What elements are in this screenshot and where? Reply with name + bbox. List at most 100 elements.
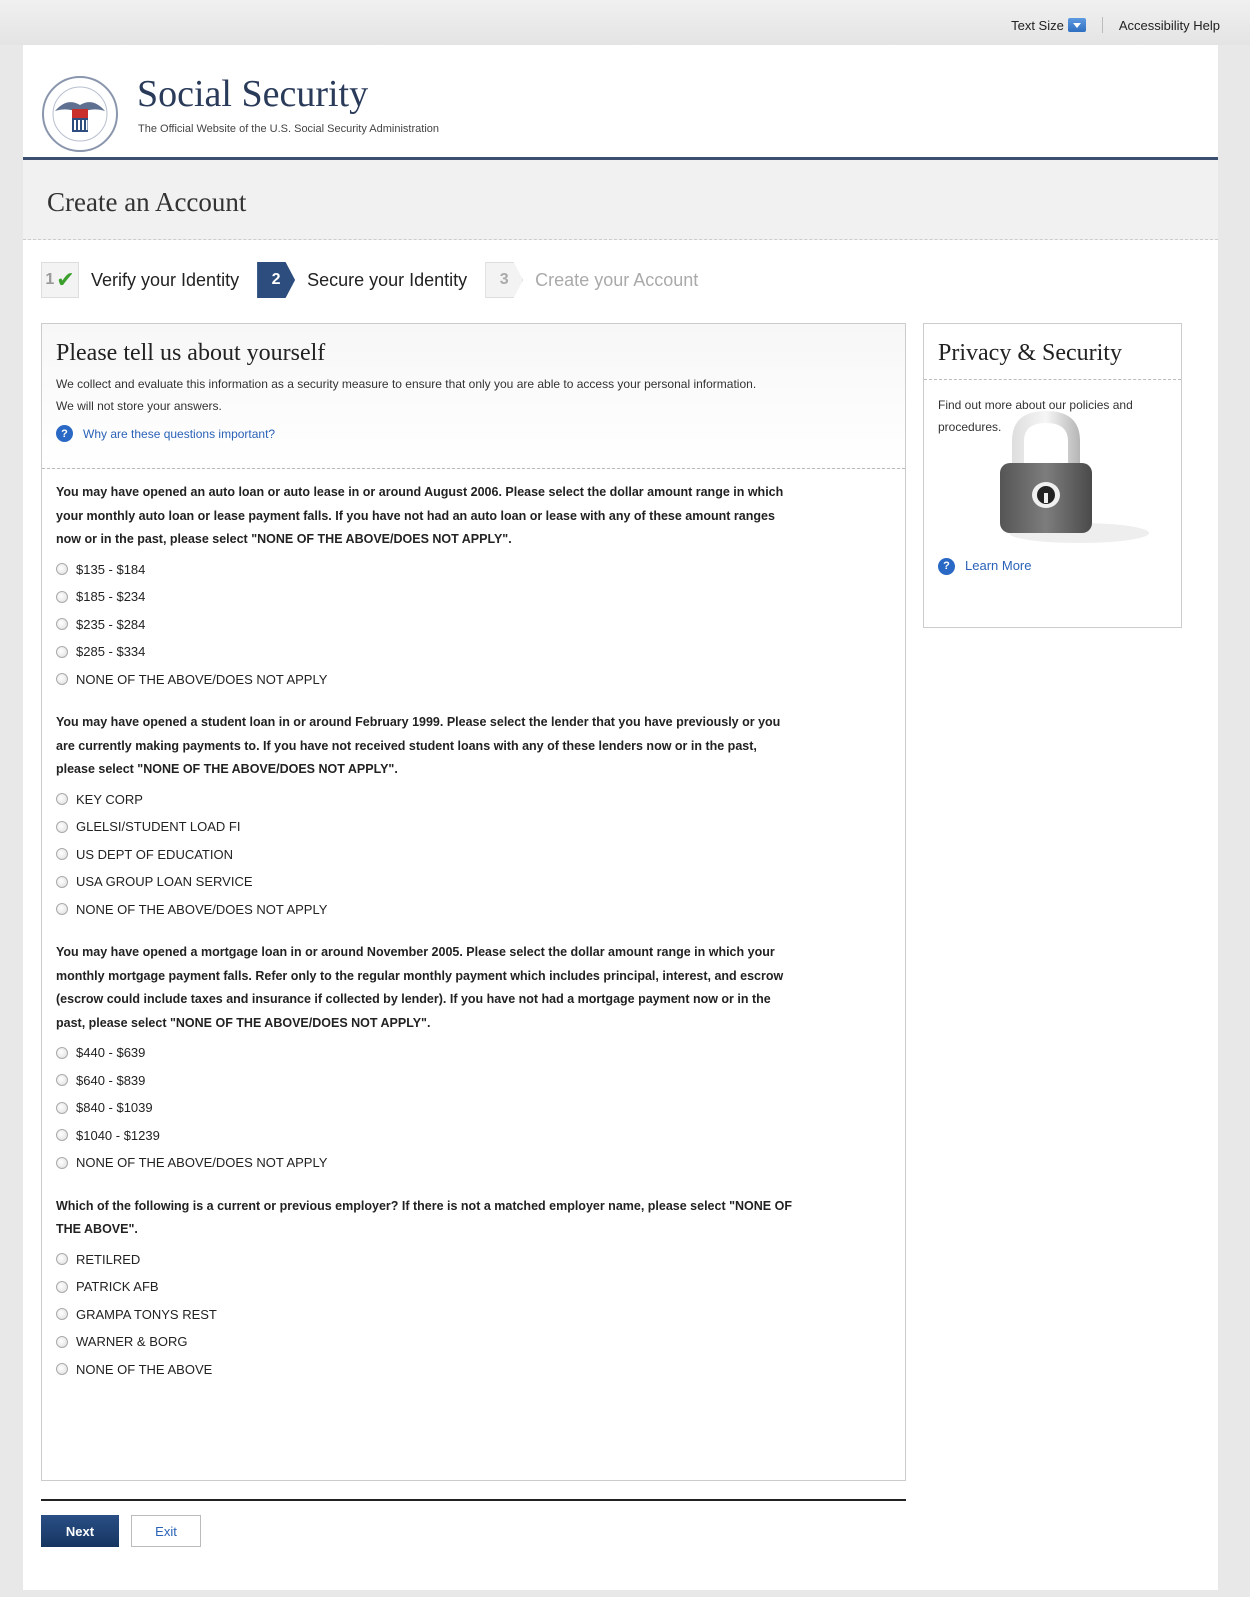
answer-option[interactable]: $285 - $334 bbox=[56, 638, 891, 666]
answer-option[interactable]: USA GROUP LOAN SERVICE bbox=[56, 868, 891, 896]
option-label: $235 - $284 bbox=[76, 616, 146, 632]
radio-button[interactable] bbox=[56, 820, 68, 833]
exit-button[interactable]: Exit bbox=[131, 1515, 201, 1547]
answer-option[interactable]: $185 - $234 bbox=[56, 583, 891, 611]
radio-button[interactable] bbox=[56, 1046, 68, 1059]
option-label: $440 - $639 bbox=[76, 1045, 146, 1061]
privacy-security-panel: Privacy & Security Find out more about o… bbox=[923, 323, 1182, 628]
panel-heading: Please tell us about yourself bbox=[56, 340, 326, 366]
question-text: You may have opened a mortgage loan in o… bbox=[56, 945, 784, 1030]
questions-panel: Please tell us about yourself We collect… bbox=[41, 323, 906, 1481]
utility-links: Text Size Accessibility Help bbox=[1011, 17, 1220, 33]
radio-button[interactable] bbox=[56, 563, 68, 576]
question-mortgage-loan: You may have opened a mortgage loan in o… bbox=[56, 941, 891, 1177]
answer-option[interactable]: GRAMPA TONYS REST bbox=[56, 1301, 891, 1329]
radio-button[interactable] bbox=[56, 1129, 68, 1142]
radio-button[interactable] bbox=[56, 1156, 68, 1169]
answer-option[interactable]: $235 - $284 bbox=[56, 611, 891, 639]
next-button[interactable]: Next bbox=[41, 1515, 119, 1547]
radio-button[interactable] bbox=[56, 1280, 68, 1293]
page: Social Security The Official Website of … bbox=[23, 45, 1218, 1590]
page-title: Create an Account bbox=[47, 187, 247, 217]
radio-button[interactable] bbox=[56, 645, 68, 658]
option-label: $185 - $234 bbox=[76, 589, 146, 605]
answer-option[interactable]: $1040 - $1239 bbox=[56, 1122, 891, 1150]
option-label: $285 - $334 bbox=[76, 644, 146, 660]
radio-button[interactable] bbox=[56, 618, 68, 631]
step-3-indicator: 3 bbox=[485, 262, 524, 298]
answer-option[interactable]: $640 - $839 bbox=[56, 1067, 891, 1095]
ssa-seal-logo bbox=[42, 76, 118, 152]
side-body: Find out more about our policies and pro… bbox=[924, 380, 1181, 620]
checkmark-icon: ✔ bbox=[56, 267, 75, 292]
step-number: 2 bbox=[271, 271, 281, 288]
radio-button[interactable] bbox=[56, 1308, 68, 1321]
option-label: NONE OF THE ABOVE/DOES NOT APPLY bbox=[76, 1155, 328, 1171]
option-label: RETILRED bbox=[76, 1251, 141, 1267]
radio-button[interactable] bbox=[56, 793, 68, 806]
answer-option[interactable]: GLELSI/STUDENT LOAD FI bbox=[56, 813, 891, 841]
help-link-label: Why are these questions important? bbox=[83, 426, 276, 441]
answer-option[interactable]: $440 - $639 bbox=[56, 1039, 891, 1067]
option-label: KEY CORP bbox=[76, 791, 143, 807]
page-title-band: Create an Account bbox=[23, 160, 1218, 240]
radio-button[interactable] bbox=[56, 1363, 68, 1376]
dropdown-arrow-icon[interactable] bbox=[1067, 18, 1086, 32]
step-label: Secure your Identity bbox=[307, 269, 468, 290]
answer-option[interactable]: PATRICK AFB bbox=[56, 1273, 891, 1301]
answer-option[interactable]: KEY CORP bbox=[56, 786, 891, 814]
step-number: 1 bbox=[45, 271, 55, 288]
answer-option[interactable]: $135 - $184 bbox=[56, 556, 891, 584]
panel-header: Please tell us about yourself We collect… bbox=[42, 324, 905, 469]
step-create-account: 3 Create your Account bbox=[485, 262, 698, 298]
radio-button[interactable] bbox=[56, 848, 68, 861]
site-header: Social Security The Official Website of … bbox=[23, 45, 1218, 160]
answer-option[interactable]: NONE OF THE ABOVE/DOES NOT APPLY bbox=[56, 1149, 891, 1177]
option-label: WARNER & BORG bbox=[76, 1334, 188, 1350]
radio-button[interactable] bbox=[56, 1074, 68, 1087]
step-2-indicator: 2 bbox=[257, 262, 296, 298]
option-label: NONE OF THE ABOVE bbox=[76, 1361, 213, 1377]
side-text: Find out more about our policies and pro… bbox=[938, 398, 1133, 434]
radio-button[interactable] bbox=[56, 590, 68, 603]
intro-text-2: We will not store your answers. bbox=[56, 399, 222, 413]
intro-text: We collect and evaluate this information… bbox=[56, 377, 757, 391]
question-list: You may have opened an auto loan or auto… bbox=[42, 469, 905, 1383]
step-secure-identity: 2 Secure your Identity bbox=[257, 262, 467, 298]
option-label: $1040 - $1239 bbox=[76, 1127, 160, 1143]
text-size-control[interactable]: Text Size bbox=[1011, 18, 1086, 33]
step-number: 3 bbox=[499, 271, 509, 288]
option-label: USA GROUP LOAN SERVICE bbox=[76, 874, 253, 890]
option-label: $135 - $184 bbox=[76, 561, 146, 577]
option-label: US DEPT OF EDUCATION bbox=[76, 846, 233, 862]
radio-button[interactable] bbox=[56, 903, 68, 916]
answer-option[interactable]: $840 - $1039 bbox=[56, 1094, 891, 1122]
option-label: PATRICK AFB bbox=[76, 1279, 159, 1295]
why-questions-link[interactable]: ? Why are these questions important? bbox=[56, 425, 891, 442]
radio-button[interactable] bbox=[56, 1335, 68, 1348]
site-title[interactable]: Social Security bbox=[137, 72, 368, 116]
question-student-loan: You may have opened a student loan in or… bbox=[56, 711, 891, 923]
radio-button[interactable] bbox=[56, 875, 68, 888]
option-label: GRAMPA TONYS REST bbox=[76, 1306, 217, 1322]
answer-option[interactable]: WARNER & BORG bbox=[56, 1328, 891, 1356]
radio-button[interactable] bbox=[56, 1253, 68, 1266]
radio-button[interactable] bbox=[56, 1101, 68, 1114]
question-circle-icon: ? bbox=[56, 425, 73, 442]
option-label: NONE OF THE ABOVE/DOES NOT APPLY bbox=[76, 671, 328, 687]
answer-option[interactable]: NONE OF THE ABOVE/DOES NOT APPLY bbox=[56, 896, 891, 924]
utility-bar: Text Size Accessibility Help bbox=[0, 0, 1250, 45]
option-label: $840 - $1039 bbox=[76, 1100, 153, 1116]
answer-option[interactable]: NONE OF THE ABOVE/DOES NOT APPLY bbox=[56, 666, 891, 694]
question-auto-loan: You may have opened an auto loan or auto… bbox=[56, 481, 891, 693]
answer-option[interactable]: US DEPT OF EDUCATION bbox=[56, 841, 891, 869]
radio-button[interactable] bbox=[56, 673, 68, 686]
option-label: GLELSI/STUDENT LOAD FI bbox=[76, 819, 241, 835]
footer-divider bbox=[41, 1499, 906, 1501]
step-verify-identity: 1 ✔ Verify your Identity bbox=[41, 262, 239, 298]
accessibility-help-link[interactable]: Accessibility Help bbox=[1119, 18, 1220, 33]
side-heading: Privacy & Security bbox=[924, 324, 1181, 380]
learn-more-link[interactable]: ? Learn More bbox=[938, 555, 1031, 577]
answer-option[interactable]: RETILRED bbox=[56, 1246, 891, 1274]
answer-option[interactable]: NONE OF THE ABOVE bbox=[56, 1356, 891, 1384]
